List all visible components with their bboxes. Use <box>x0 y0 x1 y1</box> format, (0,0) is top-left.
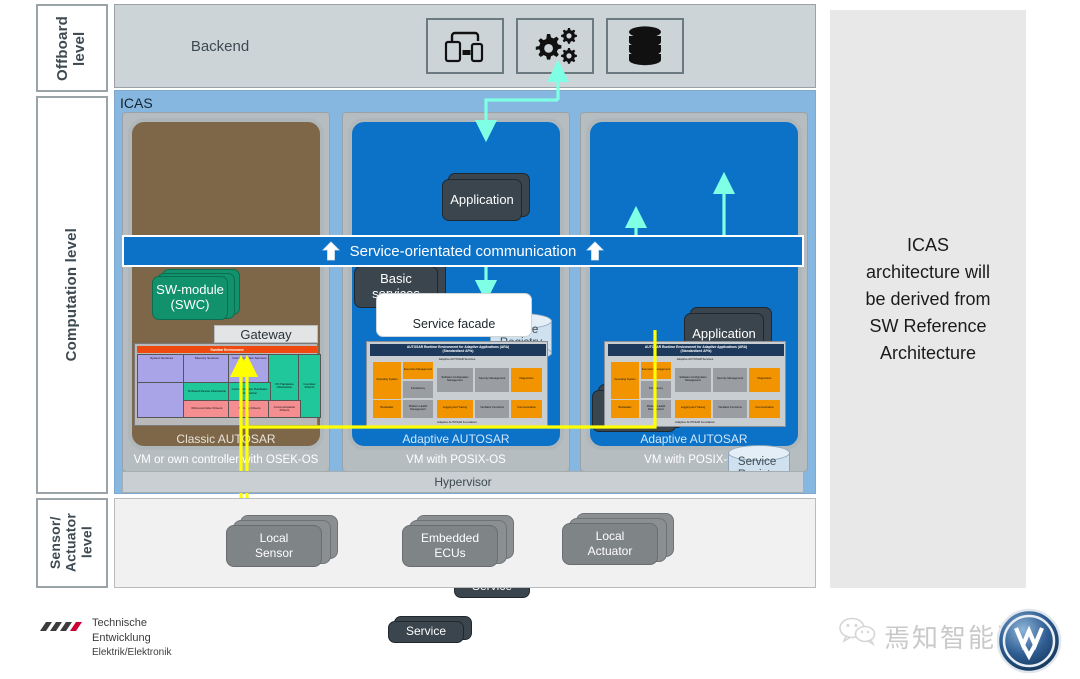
classic-cell-comm: Communication Hardware Abstraction <box>228 382 271 401</box>
adaptive-foundation-label-mid: Adaptive AUTOSAR Foundation <box>437 420 477 424</box>
level-offboard-label: Offboard level <box>54 15 88 81</box>
adaptive-cell: Persistency <box>403 381 433 398</box>
adaptive-cell: Software Configuration Management <box>437 368 473 392</box>
adaptive-cell: Communication <box>749 400 780 418</box>
adaptive-cell: Platform Health Management <box>641 400 671 418</box>
adaptive-cell: Platform Health Management <box>403 400 433 418</box>
swc-stack: SW-module (SWC) <box>152 269 240 320</box>
classic-cell: Communication Drivers <box>268 400 301 418</box>
service-facade-label: Service facade <box>412 317 496 331</box>
service-orientated-bar-label: Service-orientated communication <box>349 242 577 260</box>
wechat-icon <box>838 616 878 647</box>
classic-cell: Microcontroller Drivers <box>183 400 231 418</box>
level-computation: Computation level <box>36 96 108 494</box>
service-orientated-bar: Service-orientated communication <box>122 235 804 267</box>
adaptive-os-cell: Operating System <box>611 362 639 399</box>
database-icon <box>606 18 684 74</box>
local-actuator-label: Local Actuator <box>562 523 658 565</box>
classic-spacer <box>137 382 186 418</box>
adaptive-cell: Execution Management <box>641 362 671 379</box>
adaptive-header-mid: AUTOSAR Runtime Environment for Adaptive… <box>370 344 546 356</box>
application-card-mid: Application <box>442 173 530 221</box>
local-sensor-label: Local Sensor <box>226 525 322 567</box>
swc-label: SW-module (SWC) <box>152 276 228 320</box>
classic-cell: Memory Services <box>183 354 231 385</box>
icas-title: ICAS <box>120 95 153 111</box>
embedded-ecus-label: Embedded ECUs <box>402 525 498 567</box>
adaptive-mid-os-name: Adaptive AUTOSAR <box>402 432 510 446</box>
embedded-ecus-stack: Embedded ECUs <box>402 515 514 567</box>
service-card-lower: Service <box>388 616 472 643</box>
te-line-3: Elektrik/Elektronik <box>92 646 172 658</box>
local-actuator-stack: Local Actuator <box>562 513 674 565</box>
note-panel: ICAS architecture will be derived from S… <box>830 10 1026 588</box>
adaptive-os-cell: Operating System <box>373 362 401 399</box>
adaptive-header-right: AUTOSAR Runtime Environment for Adaptive… <box>608 344 784 356</box>
adaptive-bootloader-cell: Bootloader <box>611 400 639 418</box>
te-logo-mark <box>40 620 84 632</box>
te-line-1: Technische <box>92 617 148 629</box>
classic-cell: Communication Services <box>228 354 271 385</box>
classic-rte-bar: Runtime Environment <box>137 346 317 353</box>
adaptive-cell: Persistency <box>641 381 671 398</box>
classic-cell: Complex Drivers <box>298 354 321 418</box>
level-sensor-actuator: Sensor/ Actuator level <box>36 498 108 588</box>
adaptive-autosar-diagram-right: AUTOSAR Runtime Environment for Adaptive… <box>604 341 786 427</box>
application-label-mid: Application <box>442 179 522 221</box>
adaptive-cell: Security Management <box>475 368 509 392</box>
adaptive-cell: Logging and Tracing <box>437 400 473 418</box>
adaptive-cell: Communication <box>511 400 542 418</box>
adaptive-cell: Security Management <box>713 368 747 392</box>
classic-os-name: Classic AUTOSAR <box>176 432 276 446</box>
adaptive-autosar-diagram-mid: AUTOSAR Runtime Environment for Adaptive… <box>366 341 548 427</box>
classic-cell: Memory Drivers <box>228 400 271 418</box>
level-computation-label: Computation level <box>62 228 80 362</box>
adaptive-cell: Software Configuration Management <box>675 368 711 392</box>
adaptive-cell: Logging and Tracing <box>675 400 711 418</box>
note-text: ICAS architecture will be derived from S… <box>865 234 991 363</box>
adaptive-cell: Ventilator Functions <box>713 400 747 418</box>
hypervisor-bar: Hypervisor <box>122 471 804 493</box>
classic-autosar-diagram: Runtime Environment System Services Memo… <box>134 343 321 426</box>
local-sensor-stack: Local Sensor <box>226 515 338 567</box>
gears-icon <box>516 18 594 74</box>
classic-cell: System Services <box>137 354 186 385</box>
adaptive-cell: Execution Management <box>403 362 433 379</box>
service-facade-box: Service facade <box>376 293 532 337</box>
adaptive-services-label-mid: Adaptive AUTOSAR Services <box>438 357 476 361</box>
te-line-2: Entwicklung <box>92 631 151 644</box>
te-logo-text: Technische Entwicklung Elektrik/Elektron… <box>92 616 171 659</box>
backend-label: Backend <box>190 37 250 55</box>
level-sensor-actuator-label: Sensor/ Actuator level <box>47 513 95 573</box>
classic-cell: Onboard Device Abstraction <box>183 382 231 401</box>
adaptive-cell: Diagnostics <box>511 368 542 392</box>
up-arrow-icon-right <box>586 241 605 261</box>
hypervisor-label: Hypervisor <box>434 475 492 489</box>
adaptive-bootloader-cell: Bootloader <box>373 400 401 418</box>
adaptive-cell: Diagnostics <box>749 368 780 392</box>
devices-icon <box>426 18 504 74</box>
adaptive-cell: Ventilator Functions <box>475 400 509 418</box>
up-arrow-icon-left <box>321 241 340 261</box>
classic-vm-label: VM or own controller with OSEK-OS <box>133 454 319 466</box>
level-offboard: Offboard level <box>36 4 108 92</box>
gateway-label: Gateway <box>240 326 292 342</box>
service-label-lower: Service <box>388 621 464 643</box>
adaptive-foundation-label-right: Adaptive AUTOSAR Foundation <box>675 420 715 424</box>
vw-logo <box>996 608 1062 674</box>
adaptive-mid-vm-label: VM with POSIX-OS <box>406 454 506 466</box>
adaptive-services-label-right: Adaptive AUTOSAR Services <box>676 357 714 361</box>
